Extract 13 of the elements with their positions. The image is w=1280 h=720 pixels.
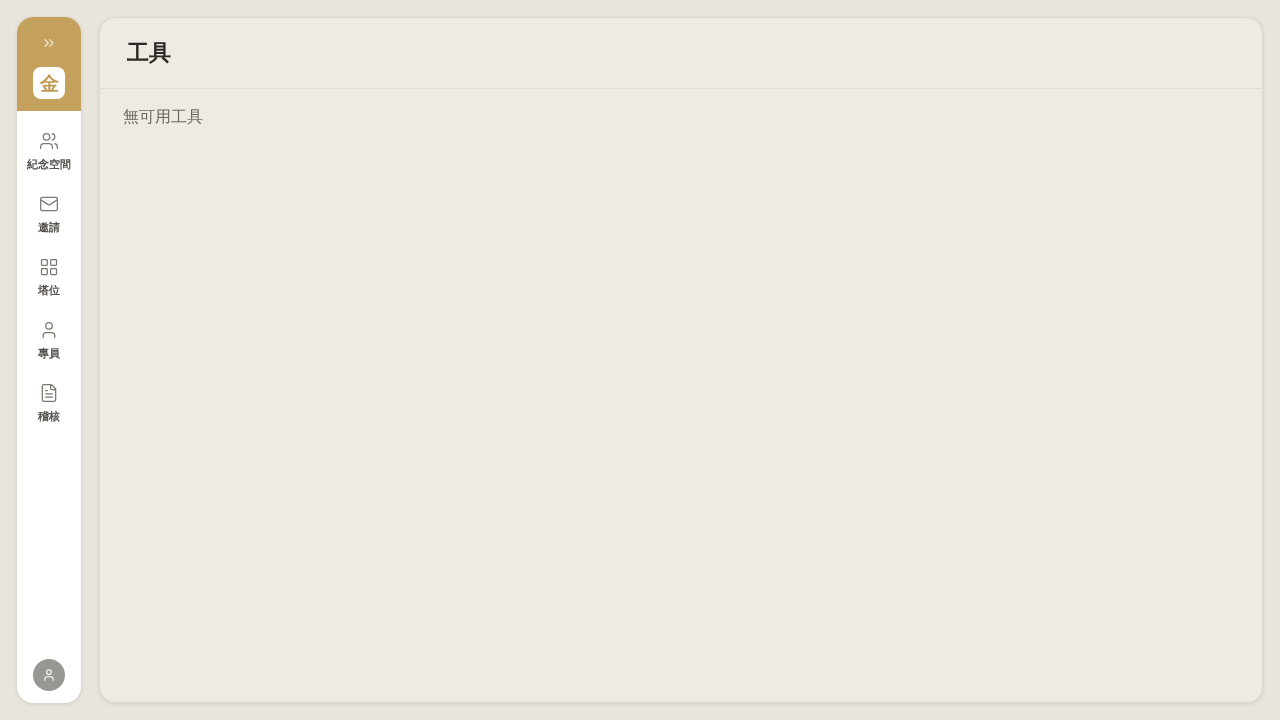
document-icon [39, 383, 59, 403]
users-icon [39, 131, 59, 151]
avatar-icon[interactable] [33, 659, 65, 691]
page-title: 工具 [127, 39, 171, 67]
empty-message: 無可用工具 [123, 107, 204, 127]
nav-item[interactable]: 塔位 [19, 257, 79, 298]
mail-icon [39, 194, 59, 214]
logo-tile: 金 [33, 67, 65, 99]
grid-icon [39, 257, 59, 277]
nav-item[interactable]: 邀請 [19, 194, 79, 235]
nav-item[interactable]: 稽核 [19, 383, 79, 424]
nav-item[interactable]: 紀念空間 [19, 131, 79, 172]
nav-item[interactable]: 專員 [19, 320, 79, 361]
